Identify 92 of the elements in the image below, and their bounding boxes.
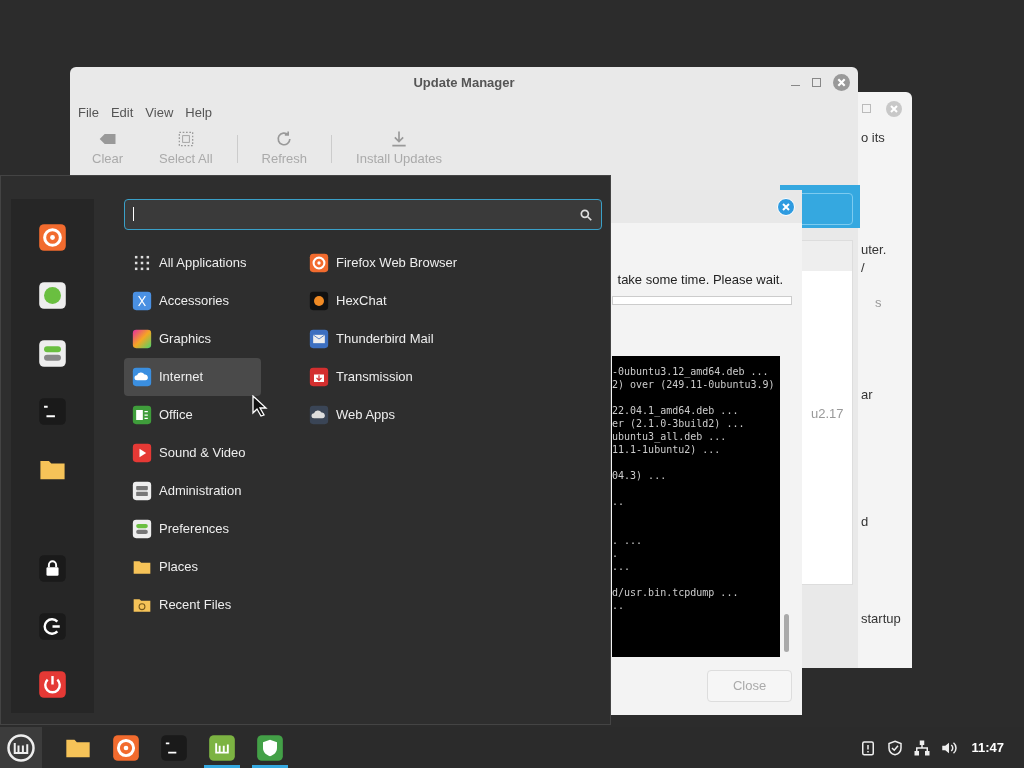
cloud-icon — [132, 367, 152, 387]
category-label: Preferences — [159, 520, 230, 539]
category-label: Sound & Video — [159, 444, 246, 463]
graphics-icon — [132, 329, 152, 349]
terminal-line: .. — [612, 600, 625, 611]
app-label: Firefox Web Browser — [336, 254, 458, 273]
menu-item[interactable]: Help — [181, 103, 217, 123]
admin-icon — [132, 481, 152, 501]
chat-icon — [309, 291, 329, 311]
close-button[interactable] — [777, 198, 795, 216]
search-icon — [579, 207, 593, 222]
software-icon — [38, 281, 67, 310]
window-text-fragment: o its — [861, 129, 885, 147]
scissors-icon — [132, 291, 152, 311]
cloud-icon — [309, 405, 329, 425]
mint-logo-icon — [208, 733, 236, 762]
grid-icon — [132, 253, 152, 273]
app-item[interactable]: Transmission — [301, 358, 466, 396]
settings-icon — [38, 339, 67, 368]
window-text-fragment: uter. — [861, 241, 887, 259]
terminal-icon — [160, 733, 188, 762]
logout-icon — [38, 612, 67, 641]
terminal-icon — [38, 397, 67, 426]
shield-icon — [256, 733, 284, 762]
browser-icon — [38, 223, 67, 252]
terminal-line: 04.3) ... — [612, 470, 667, 481]
terminal-line: . ... — [612, 535, 643, 546]
category-item[interactable]: Preferences — [124, 510, 261, 548]
app-item[interactable]: HexChat — [301, 282, 466, 320]
app-label: Web Apps — [336, 406, 396, 425]
network-icon[interactable] — [913, 738, 932, 757]
mint-logo-icon — [6, 732, 36, 763]
category-label: Accessories — [159, 292, 230, 311]
category-item[interactable]: All Applications — [124, 244, 261, 282]
app-item[interactable]: Thunderbird Mail — [301, 320, 466, 358]
app-label: Thunderbird Mail — [336, 330, 434, 349]
terminal-line: ubuntu3_all.deb ... — [612, 431, 727, 442]
window-text-fragment: / — [861, 259, 865, 277]
mail-icon — [309, 329, 329, 349]
app-item[interactable]: Web Apps — [301, 396, 466, 434]
browser-icon — [309, 253, 329, 273]
category-item[interactable]: Graphics — [124, 320, 261, 358]
category-label: Places — [159, 558, 199, 577]
status-message: take some time. Please wait. — [617, 271, 783, 289]
category-item[interactable]: Administration — [124, 472, 261, 510]
clock[interactable]: 11:47 — [971, 737, 1004, 758]
app-item[interactable]: Firefox Web Browser — [301, 244, 466, 282]
shield-icon[interactable] — [886, 738, 905, 757]
category-label: Internet — [159, 368, 204, 387]
maximize-icon[interactable] — [812, 78, 821, 87]
category-label: Office — [159, 406, 193, 425]
download-icon — [309, 367, 329, 387]
category-item[interactable]: Places — [124, 548, 261, 586]
window-text-fragment: d — [861, 513, 869, 531]
terminal-line: 11.1-1ubuntu2) ... — [612, 444, 721, 455]
terminal-line: -0ubuntu3.12_amd64.deb ... — [612, 366, 769, 377]
app-label: Transmission — [336, 368, 413, 387]
category-label: Administration — [159, 482, 242, 501]
category-item[interactable]: Recent Files — [124, 586, 261, 624]
category-item[interactable]: Accessories — [124, 282, 261, 320]
browser-icon — [112, 733, 140, 762]
window-title: Update Manager — [413, 74, 515, 93]
window-text-fragment: ar — [861, 386, 873, 404]
menu-item[interactable]: File — [74, 103, 103, 123]
terminal-line: 22.04.1_amd64.deb ... — [612, 405, 739, 416]
search-field[interactable] — [124, 199, 602, 230]
play-icon — [132, 443, 152, 463]
document-icon — [132, 405, 152, 425]
category-item[interactable]: Sound & Video — [124, 434, 261, 472]
menu-item[interactable]: View — [141, 103, 178, 123]
window-text-fragment: startup — [861, 610, 901, 628]
category-label: Graphics — [159, 330, 212, 349]
terminal-line: er (2.1.0-3build2) ... — [612, 418, 745, 429]
terminal-line: ... — [612, 561, 631, 572]
menu-button[interactable] — [0, 727, 42, 768]
menu-item[interactable]: Edit — [106, 103, 138, 123]
category-label: All Applications — [159, 254, 247, 273]
lock-icon — [38, 554, 67, 583]
list-text-fragment: s — [875, 294, 882, 312]
terminal-line: . — [612, 548, 619, 559]
category-item[interactable]: Internet — [124, 358, 261, 396]
category-label: Recent Files — [159, 596, 232, 615]
scrollbar-thumb[interactable] — [784, 614, 789, 652]
list-text-fragment: u2.17 — [811, 405, 844, 423]
power-icon — [38, 670, 67, 699]
terminal-line: 2) over (249.11-0ubuntu3.9) — [612, 379, 775, 390]
terminal-line: .. — [612, 496, 625, 507]
terminal-line: d/usr.bin.tcpdump ... — [612, 587, 739, 598]
mouse-pointer-icon — [252, 395, 270, 417]
close-button[interactable] — [833, 74, 850, 91]
settings-icon — [132, 519, 152, 539]
app-label: HexChat — [336, 292, 387, 311]
